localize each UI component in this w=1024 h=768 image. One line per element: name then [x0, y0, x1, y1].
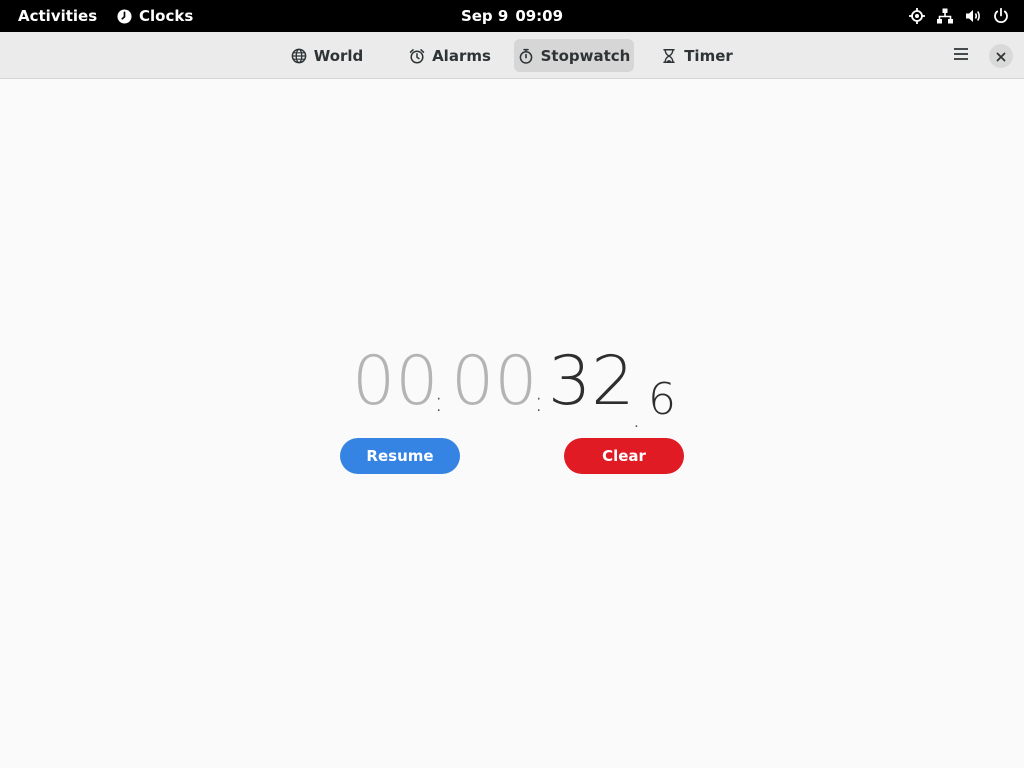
header-bar [0, 32, 1024, 79]
system-tray[interactable] [908, 0, 1010, 32]
colon-separator: : [434, 385, 444, 418]
alarm-clock-icon [409, 48, 425, 64]
volume-icon[interactable] [964, 7, 982, 25]
app-name: Clocks [139, 7, 194, 25]
globe-icon [291, 48, 307, 64]
close-icon [996, 47, 1006, 66]
close-window-button[interactable] [989, 44, 1013, 68]
app-menu[interactable]: Clocks [117, 0, 193, 32]
clock-icon [117, 8, 132, 24]
main-menu-button[interactable] [945, 39, 977, 71]
hours-value: 00 [352, 342, 439, 421]
clear-button[interactable]: Clear [564, 438, 684, 474]
tab-timer-label: Timer [684, 46, 733, 65]
stopwatch-icon [518, 48, 534, 64]
top-bar: Activities Clocks Sep 9 09:09 [0, 0, 1024, 32]
tab-stopwatch[interactable]: Stopwatch [514, 39, 634, 72]
tab-timer[interactable]: Timer [654, 39, 740, 72]
colon-separator: : [534, 385, 544, 418]
tab-world-label: World [313, 46, 364, 65]
activities-button[interactable]: Activities [18, 0, 97, 32]
tab-alarms-label: Alarms [432, 46, 491, 65]
stopwatch-display: 00 : 00 : 32 . 6 [0, 330, 1024, 434]
hourglass-icon [661, 48, 677, 64]
resume-button[interactable]: Resume [340, 438, 460, 474]
tab-world[interactable]: World [282, 39, 372, 72]
power-icon[interactable] [992, 7, 1010, 25]
date-label[interactable]: Sep 9 [461, 7, 508, 25]
seconds-value: 32 [548, 342, 635, 421]
hamburger-menu-icon [953, 46, 969, 65]
tenths-value: 6 [648, 374, 676, 425]
network-wired-icon[interactable] [936, 7, 954, 25]
minutes-value: 00 [451, 342, 538, 421]
tab-stopwatch-label: Stopwatch [540, 46, 631, 65]
location-icon[interactable] [908, 7, 926, 25]
time-label[interactable]: 09:09 [515, 7, 563, 25]
tab-alarms[interactable]: Alarms [402, 39, 498, 72]
